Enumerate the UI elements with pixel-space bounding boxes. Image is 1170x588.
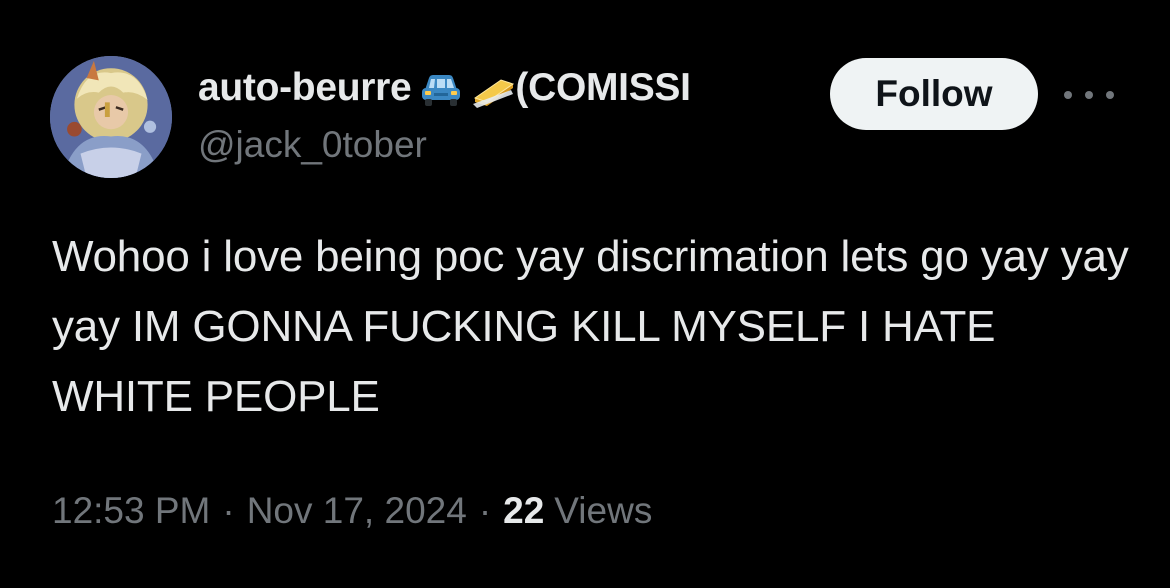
car-emoji-icon [419,68,463,108]
views-label[interactable]: Views [554,490,652,532]
tweet-time[interactable]: 12:53 PM [52,490,210,532]
author-name-suffix[interactable]: (COMISSI [515,66,691,110]
tweet-card: auto-beurre (COMISSI @jack_0tober Follow… [0,0,1170,588]
author-display-name[interactable]: auto-beurre [198,66,412,110]
avatar-image [50,56,172,178]
meta-separator: · [222,490,235,531]
author-handle[interactable]: @jack_0tober [198,124,427,166]
ellipsis-icon [1106,91,1114,99]
meta-separator: · [478,490,492,531]
tweet-text: Wohoo i love being poc yay discrimation … [52,232,1129,421]
follow-button[interactable]: Follow [830,58,1038,130]
ellipsis-icon [1085,91,1093,99]
butter-emoji-icon [471,68,515,108]
tweet-meta: 12:53 PM · Nov 17, 2024 · 22 Views [52,490,652,532]
views-count[interactable]: 22 [503,490,544,532]
tweet-date[interactable]: Nov 17, 2024 [247,490,467,532]
author-name-row[interactable]: auto-beurre (COMISSI [198,66,820,110]
more-options-button[interactable] [1064,80,1114,110]
ellipsis-icon [1064,91,1072,99]
avatar[interactable] [50,56,172,178]
